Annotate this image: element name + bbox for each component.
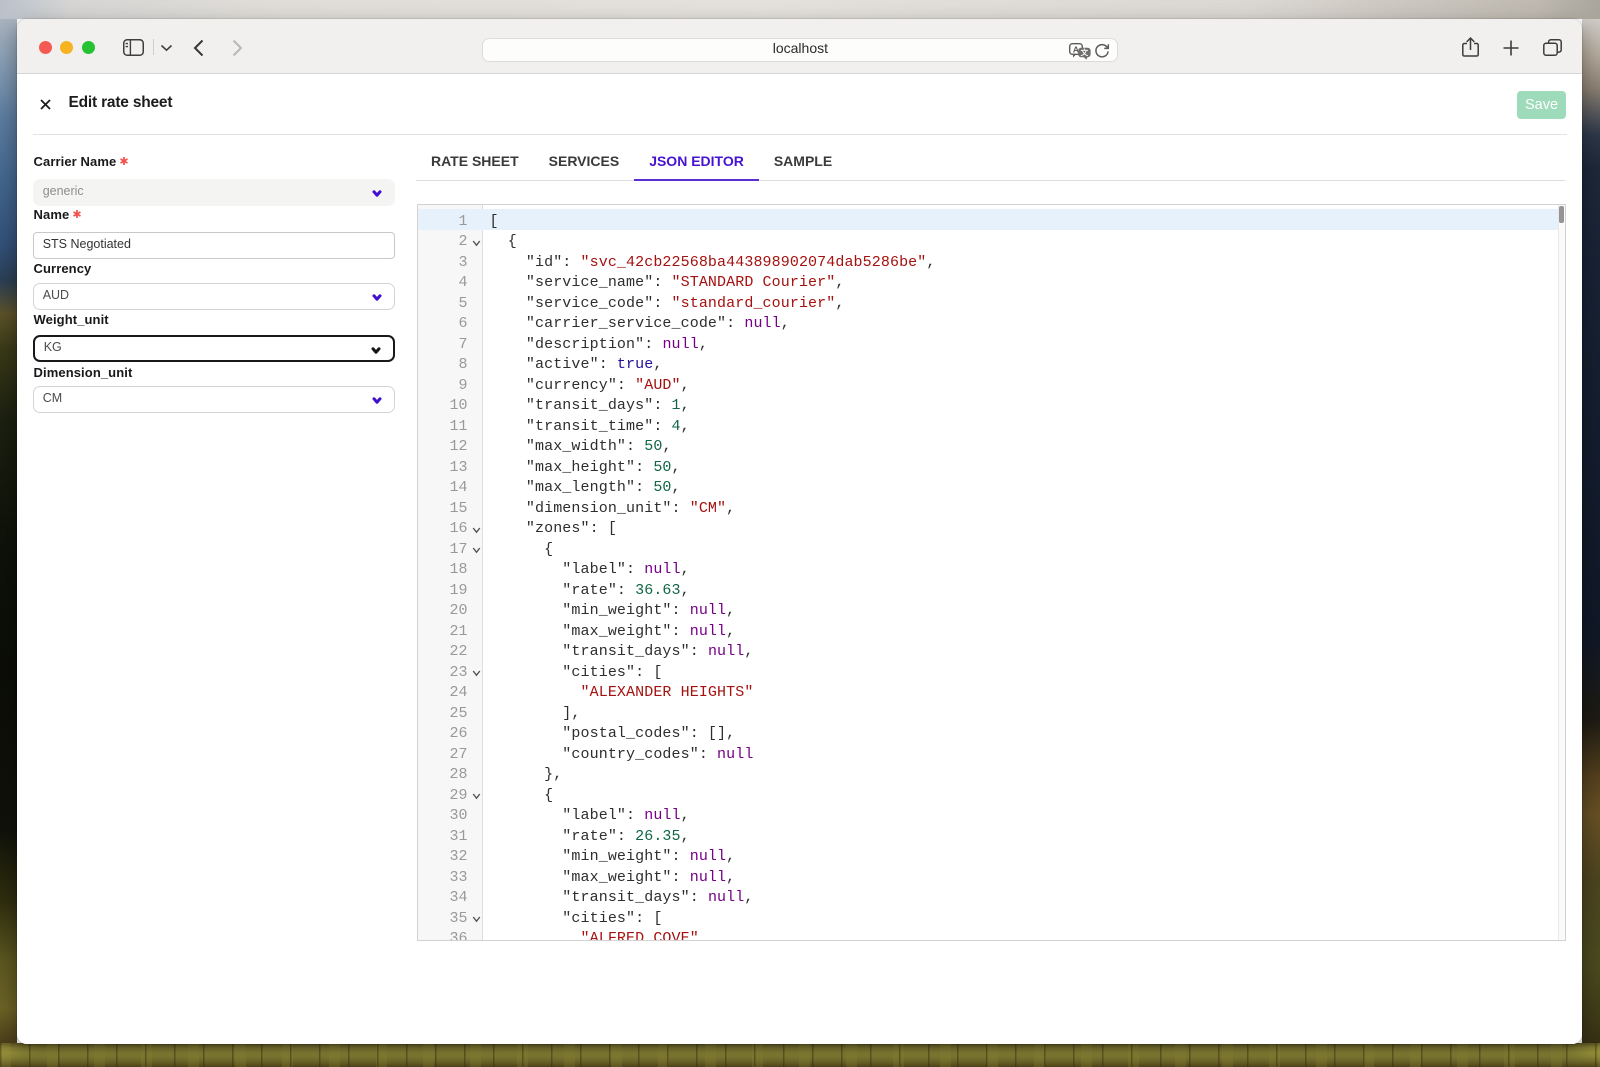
svg-text:A: A	[1073, 44, 1079, 54]
svg-text:文: 文	[1081, 47, 1089, 57]
